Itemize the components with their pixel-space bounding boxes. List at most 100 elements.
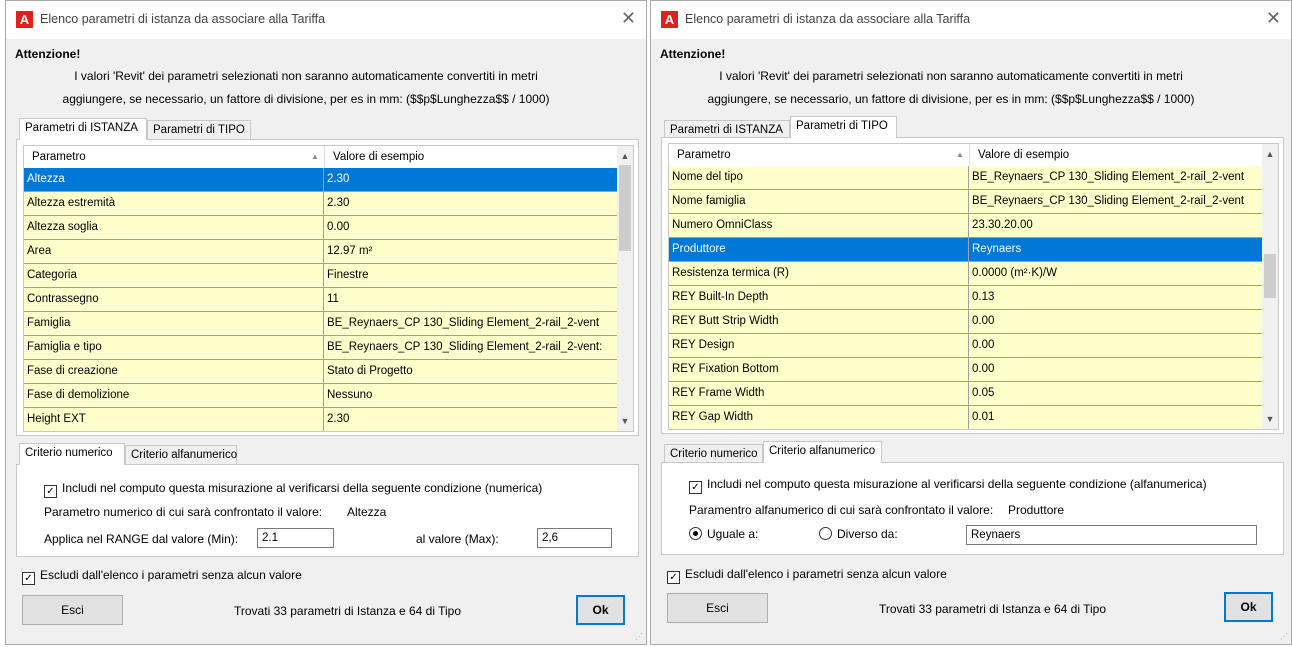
param-value-cell: 0.13 [972, 291, 995, 303]
resize-grip-icon[interactable]: ⋰ [1280, 632, 1288, 641]
scrollbar-thumb[interactable] [1264, 254, 1276, 298]
exclude-label: Escludi dall'elenco i parametri senza al… [685, 567, 947, 581]
param-value-cell: 0.0000 (m²·K)/W [972, 267, 1057, 279]
param-name-cell: REY Frame Width [669, 382, 969, 405]
param-value-cell: 0.00 [972, 363, 995, 375]
include-checkbox[interactable]: ✓ Includi nel computo questa misurazione … [44, 481, 542, 498]
table-row[interactable]: Numero OmniClass 23.30.20.00 [669, 214, 1263, 238]
param-name-cell: Height EXT [24, 408, 324, 431]
tab-istanza[interactable]: Parametri di ISTANZA [19, 118, 147, 140]
exit-button[interactable]: Esci [667, 593, 768, 623]
vertical-scrollbar[interactable]: ▲ ▼ [1262, 144, 1278, 429]
table-row[interactable]: Fase di creazione Stato di Progetto [24, 360, 618, 384]
tab-tipo[interactable]: Parametri di TIPO [147, 120, 251, 139]
tab-criterio-alfanumerico[interactable]: Criterio alfanumerico [125, 445, 237, 464]
close-icon[interactable]: ✕ [1266, 9, 1281, 27]
app-logo-icon: A [661, 11, 678, 28]
param-compare-label: Parametro numerico di cui sarà confronta… [44, 505, 323, 519]
param-name-cell: Nome del tipo [669, 166, 969, 189]
exclude-checkbox[interactable]: ✓ Escludi dall'elenco i parametri senza a… [22, 568, 302, 585]
param-name-cell: Categoria [24, 264, 324, 287]
scrollbar-thumb[interactable] [619, 165, 631, 251]
table-row[interactable]: Altezza soglia 0.00 [24, 216, 618, 240]
table-row[interactable]: REY Built-In Depth 0.13 [669, 286, 1263, 310]
checkbox-checked-icon: ✓ [667, 571, 680, 584]
checkbox-checked-icon: ✓ [44, 485, 57, 498]
criteria-panel: ✓ Includi nel computo questa misurazione … [16, 464, 639, 557]
param-value-cell: BE_Reynaers_CP 130_Sliding Element_2-rai… [327, 317, 600, 329]
table-row[interactable]: REY Frame Width 0.05 [669, 382, 1263, 406]
header-parametro[interactable]: Parametro [669, 144, 969, 166]
warning-line-1: I valori 'Revit' dei parametri seleziona… [74, 69, 538, 83]
scroll-up-icon[interactable]: ▲ [1262, 146, 1278, 162]
params-panel: Parametro ▲ Valore di esempio Altezza 2.3… [16, 139, 639, 436]
exclude-checkbox[interactable]: ✓ Escludi dall'elenco i parametri senza a… [667, 567, 947, 584]
param-value-cell: Stato di Progetto [327, 365, 413, 377]
param-name-cell: Contrassegno [24, 288, 324, 311]
table-row[interactable]: Resistenza termica (R) 0.0000 (m²·K)/W [669, 262, 1263, 286]
tab-criterio-alfanumerico[interactable]: Criterio alfanumerico [763, 441, 882, 463]
param-value-cell: BE_Reynaers_CP 130_Sliding Element_2-rai… [327, 341, 603, 353]
table-row[interactable]: REY Fixation Bottom 0.00 [669, 358, 1263, 382]
exit-button[interactable]: Esci [22, 595, 123, 625]
radio-equal[interactable]: Uguale a: [689, 527, 758, 541]
header-valore[interactable]: Valore di esempio [324, 146, 618, 168]
ok-button[interactable]: Ok [1224, 592, 1273, 622]
table-row[interactable]: REY Butt Strip Width 0.00 [669, 310, 1263, 334]
param-name-cell: Altezza estremità [24, 192, 324, 215]
table-row[interactable]: Area 12.97 m² [24, 240, 618, 264]
param-value-cell: 0.05 [972, 387, 995, 399]
status-text: Trovati 33 parametri di Istanza e 64 di … [234, 604, 462, 618]
param-name-cell: Fase di creazione [24, 360, 324, 383]
table-row[interactable]: Height EXT 2.30 [24, 408, 618, 431]
param-name-cell: Numero OmniClass [669, 214, 969, 237]
table-row[interactable]: Nome famiglia BE_Reynaers_CP 130_Sliding … [669, 190, 1263, 214]
criteria-panel: ✓ Includi nel computo questa misurazione … [661, 462, 1284, 555]
table-row[interactable]: REY Design 0.00 [669, 334, 1263, 358]
radio-different[interactable]: Diverso da: [819, 527, 898, 541]
param-name-cell: Produttore [669, 238, 969, 261]
scroll-down-icon[interactable]: ▼ [617, 413, 633, 429]
grid-rows: Nome del tipo BE_Reynaers_CP 130_Sliding … [669, 166, 1263, 429]
header-valore[interactable]: Valore di esempio [969, 144, 1263, 166]
table-row[interactable]: Famiglia e tipo BE_Reynaers_CP 130_Slidin… [24, 336, 618, 360]
table-row[interactable]: Produttore Reynaers [669, 238, 1263, 262]
scroll-up-icon[interactable]: ▲ [617, 148, 633, 164]
left-dialog: A Elenco parametri di istanza da associa… [5, 0, 647, 645]
table-row[interactable]: Contrassegno 11 [24, 288, 618, 312]
include-checkbox[interactable]: ✓ Includi nel computo questa misurazione … [689, 477, 1207, 494]
tab-criterio-numerico[interactable]: Criterio numerico [19, 443, 125, 465]
param-name-cell: Famiglia [24, 312, 324, 335]
vertical-scrollbar[interactable]: ▲ ▼ [617, 146, 633, 431]
table-row[interactable]: Altezza 2.30 [24, 168, 618, 192]
param-name-cell: Nome famiglia [669, 190, 969, 213]
right-dialog: A Elenco parametri di istanza da associa… [650, 0, 1292, 645]
range-min-label: Applica nel RANGE dal valore (Min): [44, 532, 239, 546]
close-icon[interactable]: ✕ [621, 9, 636, 27]
warning-title: Attenzione! [15, 47, 81, 61]
table-row[interactable]: Fase di demolizione Nessuno [24, 384, 618, 408]
table-row[interactable]: Famiglia BE_Reynaers_CP 130_Sliding Eleme… [24, 312, 618, 336]
param-name-cell: Altezza [24, 168, 324, 191]
table-row[interactable]: Nome del tipo BE_Reynaers_CP 130_Sliding … [669, 166, 1263, 190]
params-grid: Parametro ▲ Valore di esempio Altezza 2.3… [23, 145, 634, 432]
param-compare-value: Altezza [347, 505, 387, 519]
header-parametro[interactable]: Parametro [24, 146, 324, 168]
different-label: Diverso da: [837, 527, 898, 541]
table-row[interactable]: REY Gap Width 0.01 [669, 406, 1263, 429]
range-min-input[interactable]: 2.1 [257, 528, 334, 548]
warning-title: Attenzione! [660, 47, 726, 61]
resize-grip-icon[interactable]: ⋰ [635, 632, 643, 641]
compare-value-input[interactable]: Reynaers [966, 525, 1257, 545]
scroll-down-icon[interactable]: ▼ [1262, 411, 1278, 427]
range-max-label: al valore (Max): [416, 532, 499, 546]
radio-unselected-icon [819, 527, 832, 540]
tab-criterio-numerico[interactable]: Criterio numerico [664, 444, 763, 463]
grid-header: Parametro ▲ Valore di esempio [669, 144, 1263, 167]
tab-tipo[interactable]: Parametri di TIPO [790, 116, 897, 138]
table-row[interactable]: Categoria Finestre [24, 264, 618, 288]
ok-button[interactable]: Ok [576, 595, 625, 625]
range-max-input[interactable]: 2,6 [537, 528, 612, 548]
param-value-cell: 2.30 [327, 173, 350, 185]
table-row[interactable]: Altezza estremità 2.30 [24, 192, 618, 216]
